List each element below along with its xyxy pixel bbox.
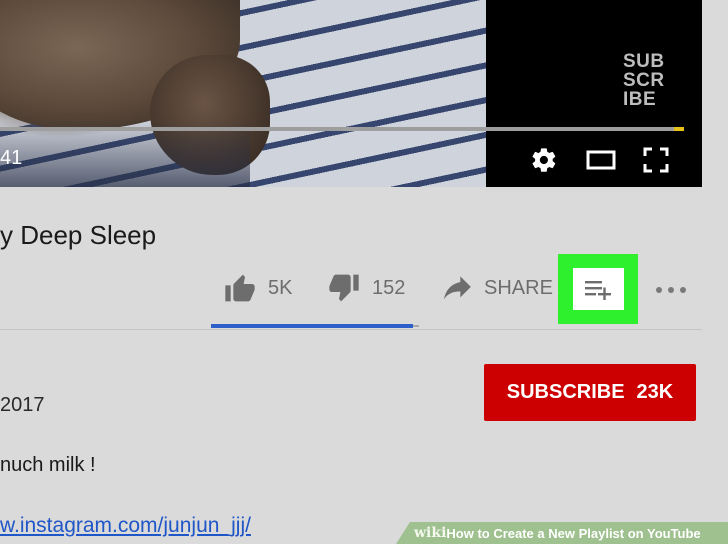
video-title: y Deep Sleep bbox=[0, 220, 157, 250]
progress-marker bbox=[674, 127, 684, 131]
like-count: 5K bbox=[268, 276, 293, 299]
share-arrow-icon bbox=[444, 276, 471, 300]
save-highlight bbox=[558, 254, 638, 324]
subscribe-label: SUBSCRIBE bbox=[506, 381, 625, 403]
progress-played bbox=[0, 127, 674, 131]
fullscreen-button[interactable] bbox=[642, 146, 670, 174]
fullscreen-icon bbox=[643, 147, 669, 173]
dislike-sentiment-bar bbox=[413, 325, 419, 327]
progress-bar[interactable] bbox=[0, 127, 684, 131]
subscribe-watermark[interactable]: SUB SCR IBE bbox=[623, 52, 687, 109]
dislike-count: 152 bbox=[372, 276, 406, 299]
theater-icon bbox=[586, 150, 616, 170]
share-button[interactable]: SHARE bbox=[444, 268, 553, 308]
dislike-button[interactable]: 152 bbox=[328, 268, 405, 308]
description-link[interactable]: w.instagram.com/junjun_jjj/ bbox=[0, 514, 251, 538]
watermark-line: IBE bbox=[623, 89, 657, 110]
thumbs-up-icon bbox=[225, 274, 255, 302]
description-text: nuch milk ! bbox=[0, 454, 96, 476]
like-sentiment-bar bbox=[211, 324, 413, 328]
subscriber-count: 23K bbox=[636, 381, 674, 403]
more-horizontal-icon bbox=[656, 287, 686, 293]
wikihow-brand: wiki bbox=[414, 525, 447, 541]
video-player[interactable]: SUB SCR IBE 41 bbox=[0, 0, 702, 187]
watermark-line: SCR bbox=[623, 70, 665, 91]
add-to-playlist-icon bbox=[585, 281, 611, 300]
subscribe-button[interactable]: SUBSCRIBE 23K bbox=[484, 364, 696, 421]
video-frame[interactable] bbox=[0, 0, 486, 187]
wikihow-banner: wiki How to Create a New Playlist on You… bbox=[396, 522, 728, 544]
more-actions-button[interactable] bbox=[656, 280, 686, 300]
share-label: SHARE bbox=[484, 276, 553, 299]
thumbs-down-icon bbox=[329, 274, 359, 302]
banner-title: How to Create a New Playlist on YouTube bbox=[446, 525, 701, 541]
gear-icon bbox=[532, 148, 556, 172]
time-display: 41 bbox=[0, 147, 23, 169]
like-button[interactable]: 5K bbox=[224, 268, 292, 308]
settings-button[interactable] bbox=[530, 146, 558, 174]
watermark-line: SUB bbox=[623, 51, 665, 72]
theater-mode-button[interactable] bbox=[586, 146, 616, 174]
publish-date: 2017 bbox=[0, 394, 45, 416]
section-divider bbox=[0, 329, 702, 330]
save-to-playlist-button[interactable] bbox=[572, 268, 624, 310]
